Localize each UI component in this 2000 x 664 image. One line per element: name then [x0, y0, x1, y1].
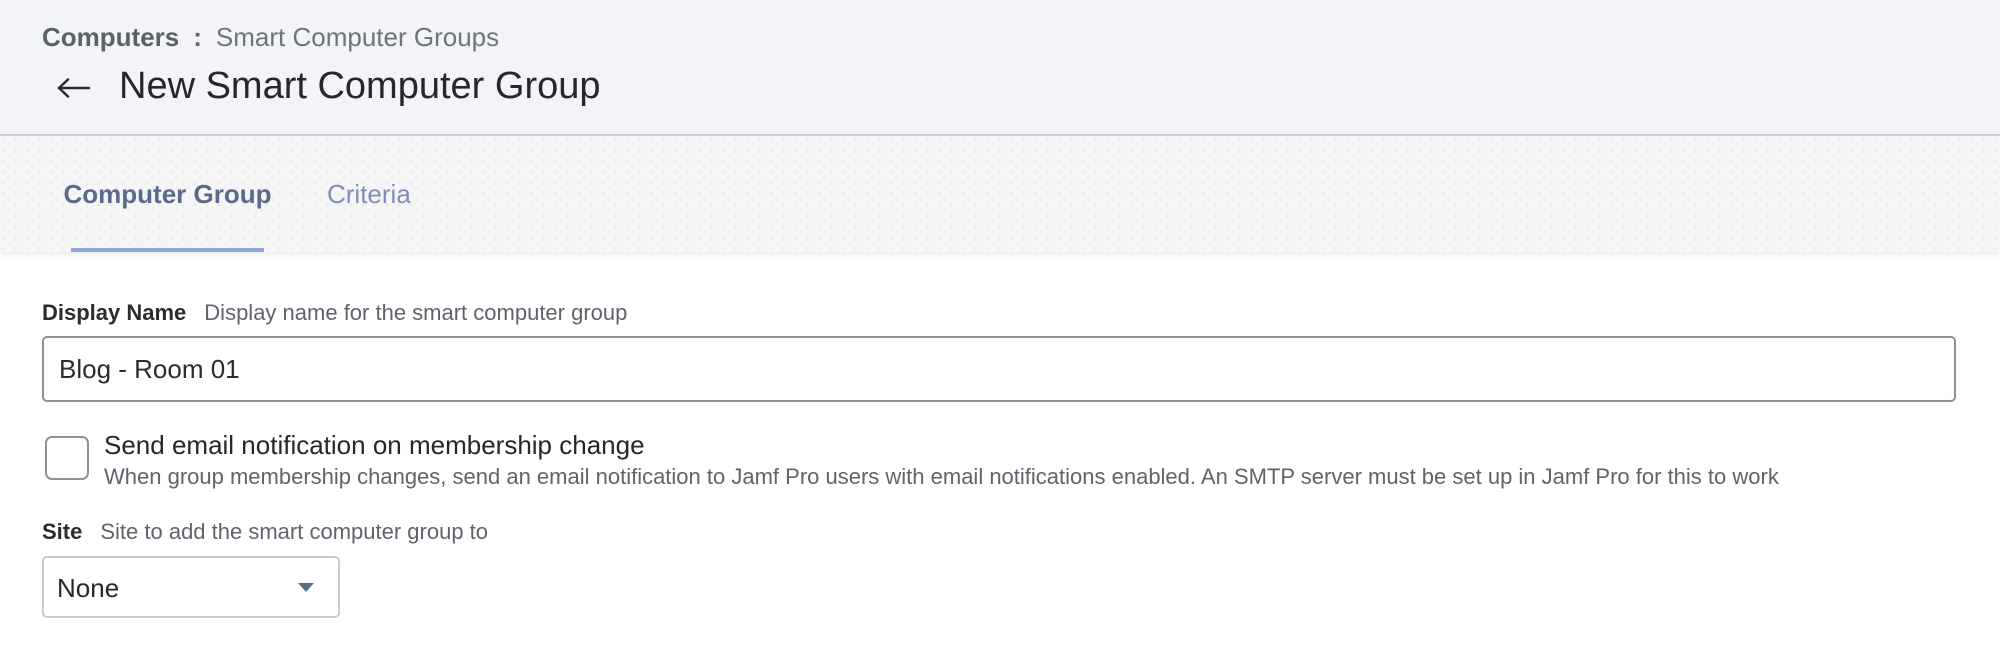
site-label-row: Site Site to add the smart computer group… [42, 517, 488, 547]
site-select-value: None [57, 573, 120, 603]
breadcrumb-separator: : [193, 22, 202, 52]
display-name-description: Display name for the smart computer grou… [204, 300, 628, 325]
caret-down-icon [298, 583, 314, 592]
site-select[interactable]: None [42, 556, 340, 618]
tab-criteria[interactable]: Criteria [327, 136, 411, 252]
display-name-input[interactable] [42, 336, 1956, 402]
back-button[interactable] [52, 64, 96, 112]
breadcrumb: Computers: Smart Computer Groups [42, 20, 499, 54]
page-title: New Smart Computer Group [119, 65, 601, 107]
breadcrumb-current[interactable]: Smart Computer Groups [216, 22, 499, 52]
email-notification-checkbox[interactable] [45, 436, 89, 480]
email-notification-label: Send email notification on membership ch… [104, 430, 645, 460]
tab-computer-group[interactable]: Computer Group [64, 136, 272, 252]
breadcrumb-parent-link[interactable]: Computers [42, 22, 179, 52]
site-description: Site to add the smart computer group to [100, 519, 489, 544]
display-name-label-row: Display Name Display name for the smart c… [42, 298, 627, 328]
display-name-label: Display Name [42, 300, 187, 325]
page-header: Computers: Smart Computer Groups New Smar… [0, 0, 2000, 136]
arrow-left-icon [57, 78, 91, 98]
email-notification-description: When group membership changes, send an e… [104, 464, 1779, 489]
tab-bar: Computer Group Criteria [0, 136, 2000, 252]
site-label: Site [42, 519, 83, 544]
